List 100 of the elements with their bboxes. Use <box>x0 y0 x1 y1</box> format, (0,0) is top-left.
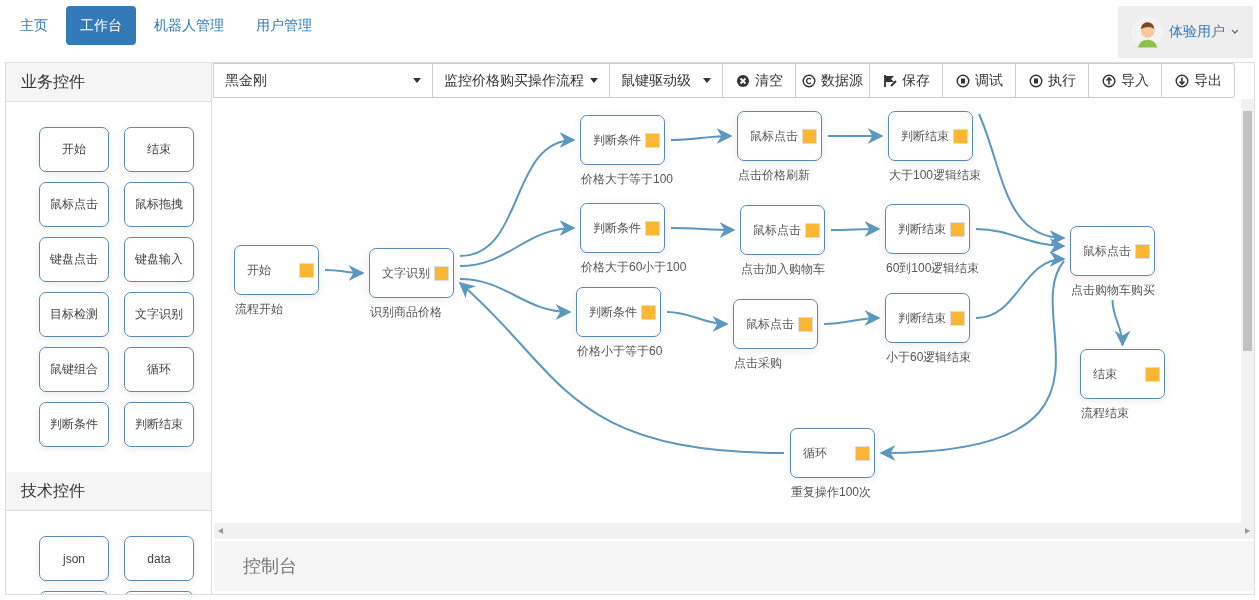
scroll-left-icon[interactable] <box>218 528 223 534</box>
control-button[interactable]: json <box>39 536 109 581</box>
flow-node[interactable]: 判断条件 <box>576 287 661 337</box>
node-caption: 重复操作100次 <box>791 484 872 501</box>
dropdown[interactable]: 鼠键驱动级 <box>609 63 723 98</box>
caret-icon <box>590 78 598 83</box>
flag-pen-icon <box>882 73 897 88</box>
toolbar-button[interactable]: 清空 <box>722 63 796 98</box>
circle-arc-icon <box>802 73 816 88</box>
node-label: 判断结束 <box>901 127 949 145</box>
node-caption: 60到100逻辑结束 <box>886 260 980 277</box>
node-handle-icon <box>953 128 968 144</box>
node-label: 判断条件 <box>589 303 637 321</box>
flow-node[interactable]: 判断结束 <box>885 204 970 254</box>
circle-dot-icon <box>955 73 970 88</box>
flow-node[interactable]: 文字识别 <box>369 248 454 298</box>
control-button[interactable]: 鼠键组合 <box>39 347 109 392</box>
flow-node[interactable]: 结束 <box>1080 349 1165 399</box>
node-label: 鼠标点击 <box>750 127 798 145</box>
caret-icon <box>703 78 711 83</box>
arrow-up-circle-icon <box>1101 73 1116 88</box>
flow-node[interactable]: 判断条件 <box>580 203 665 253</box>
node-handle-icon <box>802 128 817 144</box>
flow-node[interactable]: 判断结束 <box>888 111 973 161</box>
flow-node[interactable]: 鼠标点击 <box>1070 226 1155 276</box>
node-label: 结束 <box>1093 365 1117 383</box>
node-label: 判断条件 <box>593 219 641 237</box>
node-label: 开始 <box>247 261 271 279</box>
toolbar-button[interactable]: 执行 <box>1015 63 1089 98</box>
connector-arrow <box>1111 299 1130 347</box>
vertical-scrollbar[interactable] <box>1241 99 1254 523</box>
node-handle-icon <box>641 304 656 320</box>
node-caption: 价格小于等于60 <box>577 343 663 360</box>
node-label: 鼠标点击 <box>753 221 801 239</box>
connector-arrow <box>670 221 736 238</box>
caret-icon <box>413 78 421 83</box>
flow-node[interactable]: 鼠标点击 <box>740 205 825 255</box>
node-label: 循环 <box>803 444 827 462</box>
control-button[interactable]: 键盘输入 <box>124 237 194 282</box>
nav-link[interactable]: 工作台 <box>66 6 136 45</box>
toolbar-button[interactable]: 导入 <box>1088 63 1162 98</box>
dropdown[interactable]: 黑金刚 <box>213 63 433 98</box>
node-handle-icon <box>299 262 314 278</box>
node-handle-icon <box>645 220 660 236</box>
horizontal-scrollbar[interactable] <box>214 523 1254 539</box>
flow-node[interactable]: 开始 <box>234 245 319 295</box>
connector-arrow <box>830 221 881 238</box>
node-handle-icon <box>1135 243 1150 259</box>
control-button[interactable]: 文字识别 <box>124 292 194 337</box>
nav-link[interactable]: 主页 <box>6 6 62 45</box>
control-button[interactable]: 目标检测 <box>39 292 109 337</box>
control-button[interactable]: 结束 <box>124 127 194 172</box>
console-title: 控制台 <box>243 555 297 578</box>
control-button[interactable]: 循环 <box>124 347 194 392</box>
user-name: 体验用户 <box>1169 23 1226 41</box>
dropdown[interactable]: 监控价格购买操作流程 <box>432 63 610 98</box>
arrow-down-circle-icon <box>1174 73 1189 88</box>
node-label: 鼠标点击 <box>746 315 794 333</box>
control-button[interactable]: 开始 <box>39 127 109 172</box>
connector-arrow <box>324 264 365 281</box>
flow-node[interactable]: 鼠标点击 <box>733 299 818 349</box>
node-caption: 点击采购 <box>734 355 782 372</box>
control-button[interactable]: 键盘点击 <box>39 237 109 282</box>
connector-arrow <box>670 128 733 145</box>
control-button[interactable]: 判断结束 <box>124 402 194 447</box>
node-caption: 价格大于60小于100 <box>581 259 687 276</box>
flow-node[interactable]: 判断结束 <box>885 293 970 343</box>
flow-node[interactable]: 鼠标点击 <box>737 111 822 161</box>
node-caption: 点击价格刷新 <box>738 167 810 184</box>
section-heading: 业务控件 <box>6 63 211 102</box>
nav-link[interactable]: 用户管理 <box>242 6 326 45</box>
node-caption: 价格大于等于100 <box>581 171 674 188</box>
flow-node[interactable]: 循环 <box>790 428 875 478</box>
node-caption: 点击购物车购买 <box>1071 282 1155 299</box>
control-button[interactable]: 鼠标点击 <box>39 182 109 227</box>
node-caption: 点击加入购物车 <box>741 261 825 278</box>
control-button[interactable]: data <box>124 536 194 581</box>
nav-link[interactable]: 机器人管理 <box>140 6 238 45</box>
node-handle-icon <box>798 316 813 332</box>
node-caption: 流程结束 <box>1081 405 1129 422</box>
node-handle-icon <box>950 221 965 237</box>
toolbar-button[interactable]: 调试 <box>942 63 1016 98</box>
scrollbar-thumb[interactable] <box>1243 111 1252 351</box>
node-label: 鼠标点击 <box>1083 242 1131 260</box>
control-button[interactable]: 鼠标拖拽 <box>124 182 194 227</box>
control-button[interactable]: 判断条件 <box>39 402 109 447</box>
node-handle-icon <box>1145 366 1160 382</box>
node-handle-icon <box>805 222 820 238</box>
node-caption: 大于100逻辑结束 <box>889 167 982 184</box>
toolbar-button[interactable]: 导出 <box>1161 63 1235 98</box>
node-handle-icon <box>434 265 449 281</box>
user-menu[interactable]: 体验用户 <box>1118 6 1253 58</box>
node-label: 判断结束 <box>898 309 946 327</box>
dropdown-value: 黑金刚 <box>225 71 267 90</box>
flow-node[interactable]: 判断条件 <box>580 115 665 165</box>
node-caption: 流程开始 <box>235 301 283 318</box>
scroll-right-icon[interactable] <box>1245 528 1250 534</box>
node-caption: 小于60逻辑结束 <box>886 349 972 366</box>
toolbar-button[interactable]: 保存 <box>869 63 943 98</box>
toolbar-button[interactable]: 数据源 <box>795 63 870 98</box>
